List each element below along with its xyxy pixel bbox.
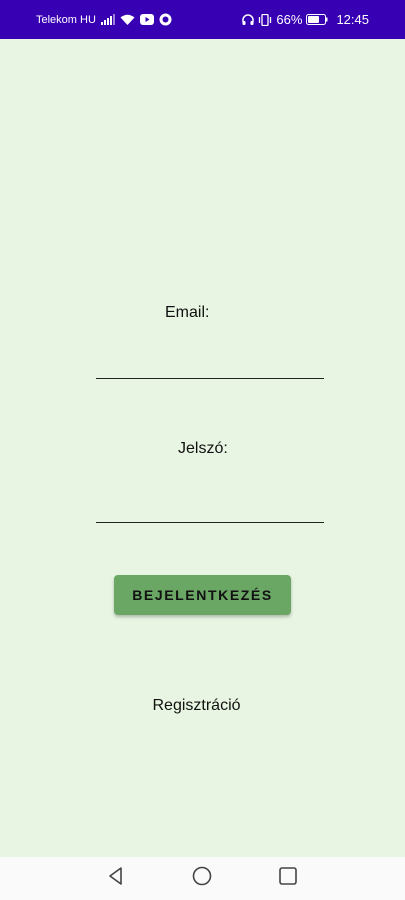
back-button[interactable]: [101, 863, 131, 893]
register-link[interactable]: Regisztráció: [0, 697, 393, 715]
home-icon: [192, 866, 212, 891]
navigation-bar: [0, 857, 405, 900]
vibrate-icon: [258, 13, 272, 26]
home-button[interactable]: [187, 863, 217, 893]
status-bar: Telekom HU 66% 12:45: [0, 0, 405, 39]
wifi-icon: [120, 14, 135, 26]
password-label: Jelszó:: [178, 440, 228, 457]
status-left: Telekom HU: [36, 13, 172, 26]
carrier-name: Telekom HU: [36, 13, 96, 26]
youtube-icon: [139, 14, 154, 25]
password-field[interactable]: [96, 483, 324, 523]
email-label: Email:: [165, 304, 210, 321]
login-button[interactable]: BEJELENTKEZÉS: [114, 575, 291, 615]
app-notification-icon: [159, 13, 172, 26]
signal-icon: [100, 14, 115, 25]
login-screen: Email: Jelszó: BEJELENTKEZÉS Regisztráci…: [0, 39, 405, 857]
battery-percent: 66%: [276, 12, 303, 27]
recent-apps-icon: [278, 866, 298, 891]
battery-icon: [306, 14, 328, 25]
back-icon: [106, 866, 126, 891]
headphones-icon: [242, 13, 255, 26]
clock: 12:45: [336, 12, 369, 27]
email-field[interactable]: [96, 339, 324, 379]
status-right: 66% 12:45: [242, 12, 369, 27]
recent-apps-button[interactable]: [273, 863, 303, 893]
